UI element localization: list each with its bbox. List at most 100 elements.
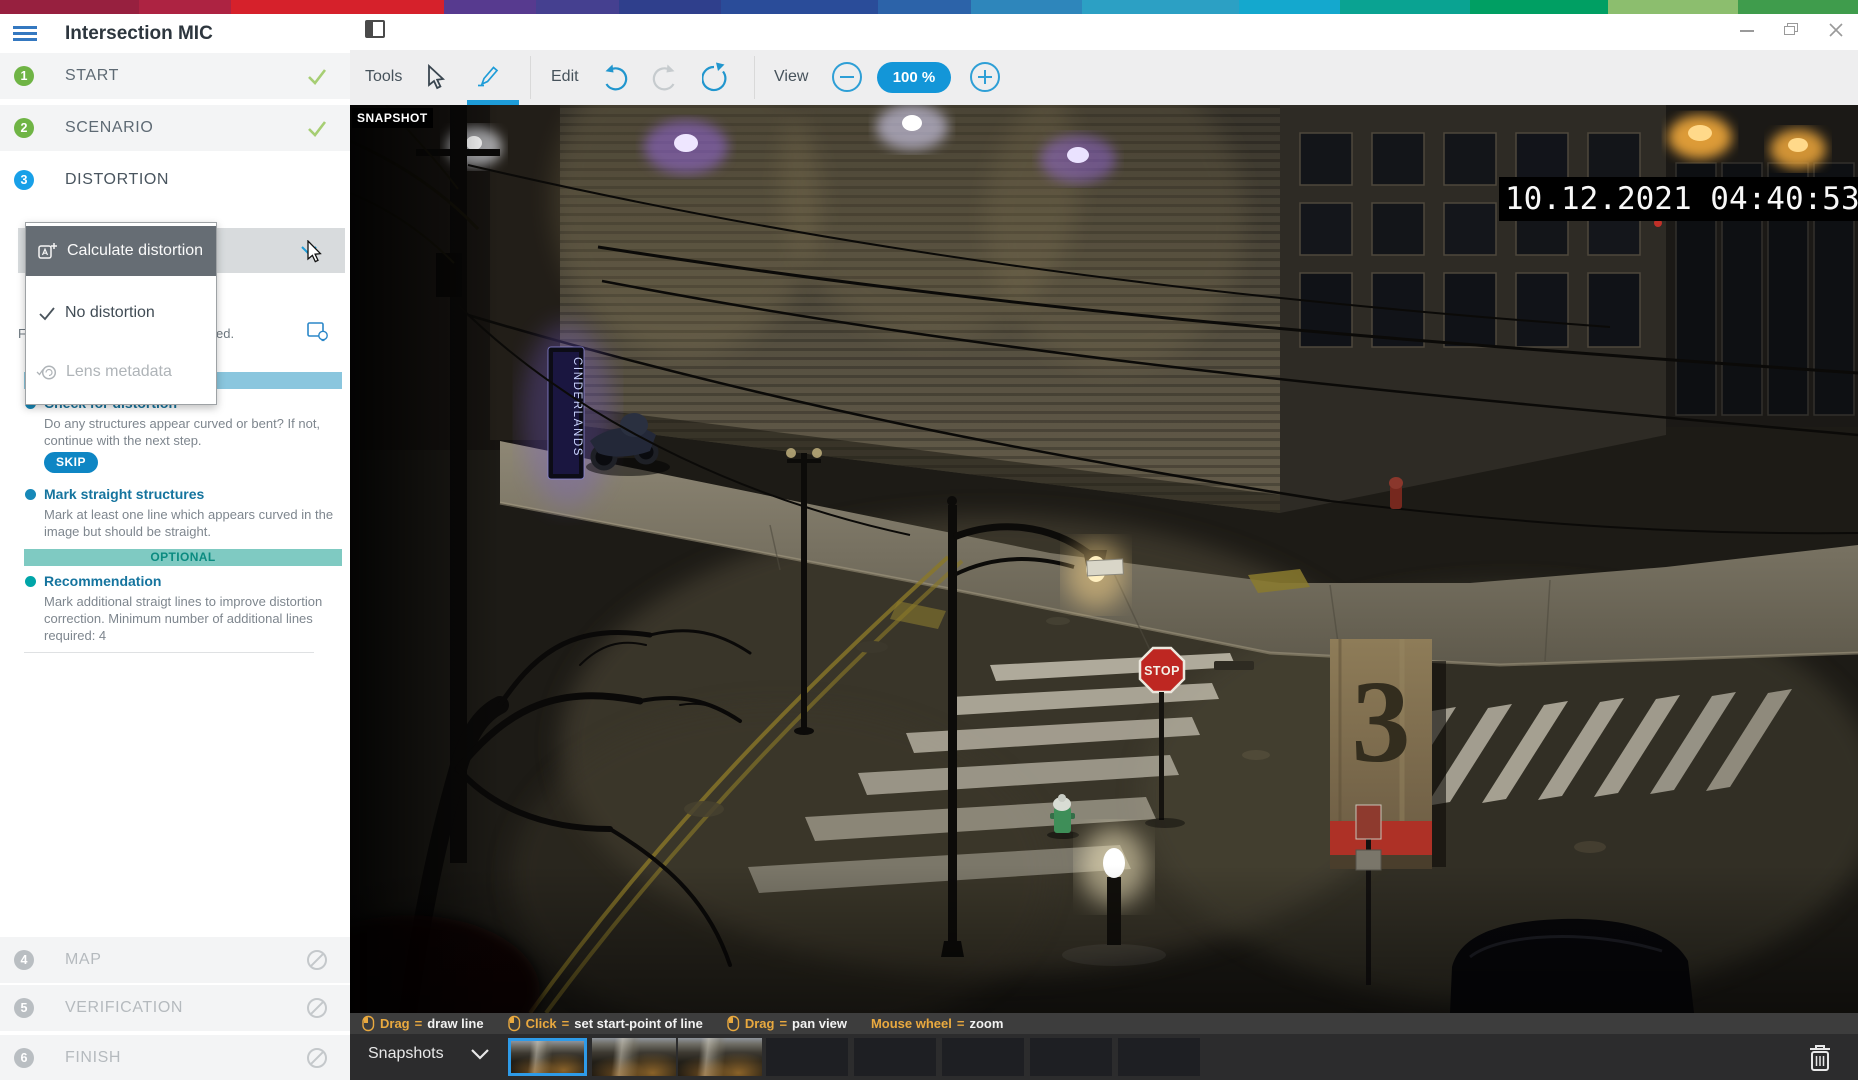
- draw-line-tool-button[interactable]: [476, 64, 502, 90]
- step-label: DISTORTION: [65, 171, 169, 189]
- stop-sign-text: STOP: [1144, 664, 1180, 678]
- skip-button[interactable]: SKIP: [44, 452, 98, 473]
- reset-button[interactable]: [702, 62, 734, 94]
- chevron-down-icon: [470, 1048, 490, 1061]
- step-number: 1: [14, 66, 34, 86]
- hint-zoom: Mouse wheel=zoom: [871, 1016, 1003, 1031]
- sidebar-item-start[interactable]: 1 START: [0, 53, 350, 99]
- menu-item-no-distortion[interactable]: No distortion: [26, 288, 216, 338]
- hint-pan-view: Drag=pan view: [727, 1015, 847, 1032]
- minimize-button[interactable]: [1740, 30, 1754, 32]
- brand-stripe-segment: [0, 0, 139, 14]
- snapshots-bar: Snapshots: [350, 1034, 1858, 1080]
- divider: [24, 652, 314, 653]
- snapshot-thumbnail[interactable]: [592, 1038, 676, 1076]
- menu-item-lens-metadata: Lens metadata: [26, 347, 216, 397]
- step-number: 3: [14, 170, 34, 190]
- brand-stripe-segment: [1340, 0, 1469, 14]
- snapshot-thumbnail[interactable]: [678, 1038, 762, 1076]
- mouse-cursor: [307, 240, 324, 264]
- brand-stripe-segment: [1082, 0, 1239, 14]
- close-button[interactable]: [1828, 22, 1844, 38]
- delete-snapshot-button[interactable]: [1806, 1042, 1834, 1073]
- camera-snapshot: CINDERLANDS: [350, 105, 1858, 1013]
- sidebar-item-map[interactable]: 4 MAP: [0, 937, 350, 983]
- edit-label: Edit: [551, 68, 579, 86]
- neon-sign-text: CINDERLANDS: [571, 357, 583, 457]
- zoom-level-badge[interactable]: 100 %: [877, 62, 951, 93]
- lens-metadata-icon: [36, 362, 58, 382]
- mouse-click-icon: [508, 1015, 521, 1032]
- hints-bar: Drag=draw line Click=set start-point of …: [350, 1013, 1858, 1034]
- restore-button[interactable]: [1784, 23, 1800, 37]
- brand-stripe-segment: [1738, 0, 1858, 14]
- toolbar: Tools Edit View 100 %: [350, 50, 1858, 105]
- redo-button[interactable]: [650, 63, 680, 93]
- separator: [530, 56, 531, 99]
- zoom-in-button[interactable]: [970, 62, 1000, 92]
- check-icon: [306, 117, 328, 139]
- undo-button[interactable]: [600, 63, 630, 93]
- instruction-body: Do any structures appear curved or bent?…: [44, 415, 340, 449]
- select-tool-button[interactable]: [426, 64, 450, 90]
- snapshot-slot-empty: [1118, 1038, 1200, 1076]
- brand-stripe: [0, 0, 1858, 14]
- camera-viewport[interactable]: CINDERLANDS: [350, 105, 1858, 1013]
- snapshot-label: SNAPSHOT: [352, 108, 433, 128]
- brand-stripe-segment: [619, 0, 721, 14]
- snapshot-thumbnail-selected[interactable]: [508, 1038, 587, 1076]
- toggle-sidebar-icon[interactable]: [365, 20, 385, 38]
- brand-stripe-segment: [231, 0, 444, 14]
- snapshots-dropdown[interactable]: Snapshots: [368, 1045, 490, 1063]
- brand-stripe-segment: [536, 0, 619, 14]
- tools-label: Tools: [365, 68, 402, 86]
- check-icon: [306, 65, 328, 87]
- sidebar-item-distortion[interactable]: 3 DISTORTION: [0, 157, 350, 203]
- brand-stripe-segment: [139, 0, 231, 14]
- bullet-dot: [25, 489, 36, 500]
- step-number: 4: [14, 950, 34, 970]
- locked-icon: [306, 1047, 328, 1069]
- brand-stripe-segment: [971, 0, 1082, 14]
- instruction-title: Recommendation: [44, 573, 161, 589]
- step-number: 6: [14, 1048, 34, 1068]
- snapshot-slot-empty: [854, 1038, 936, 1076]
- documentation-icon[interactable]: [306, 320, 330, 344]
- sidebar-item-verification[interactable]: 5 VERIFICATION: [0, 985, 350, 1031]
- hamburger-icon: [13, 26, 37, 29]
- sidebar-item-finish[interactable]: 6 FINISH: [0, 1035, 350, 1080]
- menu-button[interactable]: [13, 26, 37, 40]
- brand-stripe-segment: [1608, 0, 1737, 14]
- brand-stripe-segment: [721, 0, 878, 14]
- menu-item-calculate-distortion[interactable]: Calculate distortion: [26, 226, 216, 276]
- sidebar-item-scenario[interactable]: 2 SCENARIO: [0, 105, 350, 151]
- snapshots-label: Snapshots: [368, 1045, 444, 1063]
- locked-icon: [306, 997, 328, 1019]
- mouse-drag-icon: [727, 1015, 740, 1032]
- distortion-dropdown-menu: Calculate distortion No distortion Lens …: [25, 222, 217, 405]
- hint-set-start-point: Click=set start-point of line: [508, 1015, 703, 1032]
- hint-draw-line: Drag=draw line: [362, 1015, 484, 1032]
- instruction-title: Mark straight structures: [44, 486, 204, 502]
- instruction-body: Mark at least one line which appears cur…: [44, 506, 340, 540]
- step-label: MAP: [65, 951, 101, 969]
- zoom-out-button[interactable]: [832, 62, 862, 92]
- menu-item-label: Calculate distortion: [67, 242, 203, 260]
- brand-stripe-segment: [1470, 0, 1609, 14]
- step-label: FINISH: [65, 1049, 121, 1067]
- camera-timestamp: 10.12.2021 04:40:53: [1499, 177, 1858, 221]
- step-label: START: [65, 67, 119, 85]
- snapshot-slot-empty: [766, 1038, 848, 1076]
- calculate-distortion-icon: [37, 241, 59, 261]
- app-title: Intersection MIC: [65, 23, 213, 45]
- pillar-number: 3: [1352, 656, 1411, 787]
- hint-text-fragment: ed.: [216, 326, 234, 341]
- menu-item-label: No distortion: [65, 304, 155, 322]
- instruction-body: Mark additional straigt lines to improve…: [44, 593, 340, 644]
- step-label: VERIFICATION: [65, 999, 183, 1017]
- step-label: SCENARIO: [65, 119, 153, 137]
- brand-stripe-segment: [444, 0, 536, 14]
- bullet-dot: [25, 576, 36, 587]
- step-number: 2: [14, 118, 34, 138]
- optional-section-bar: OPTIONAL: [24, 549, 342, 566]
